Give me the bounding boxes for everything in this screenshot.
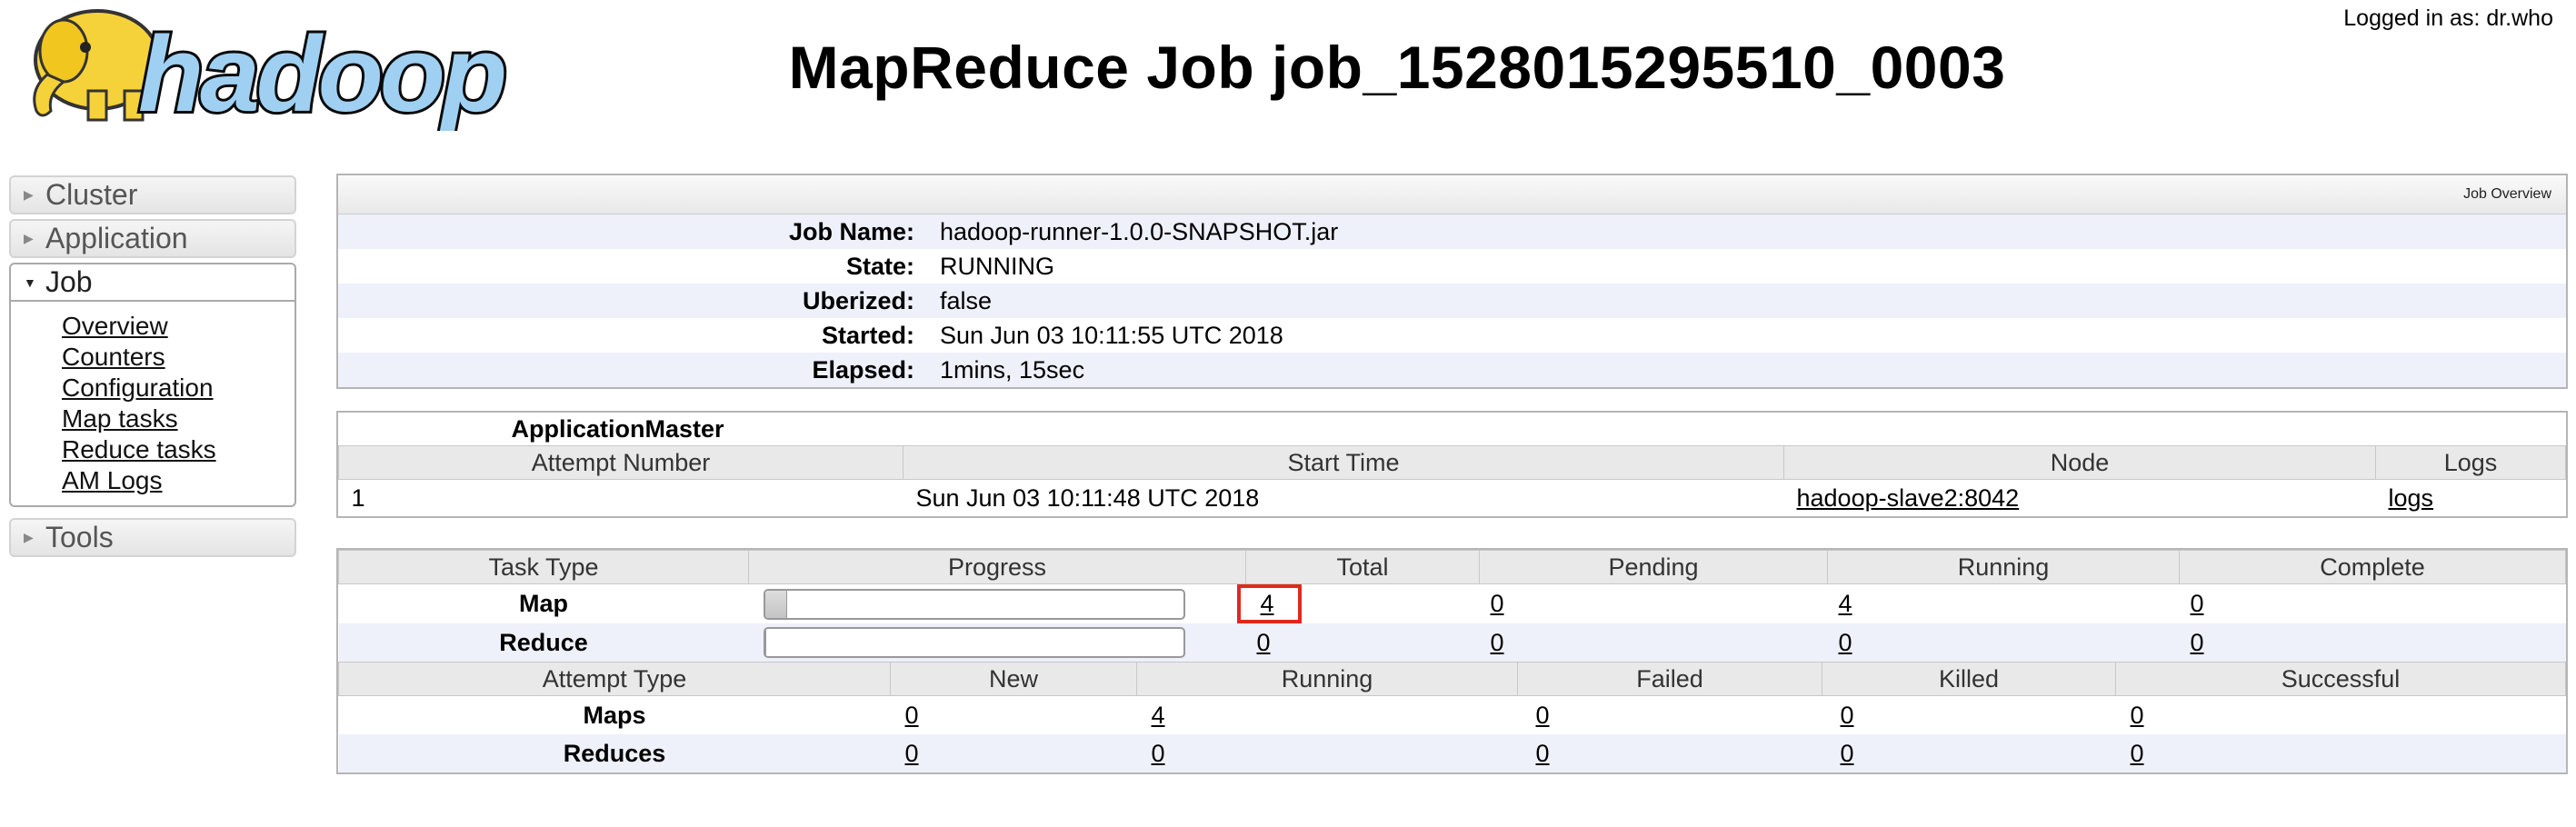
reduce-total-link[interactable]: 0 [1257, 629, 1271, 656]
maps-killed-link[interactable]: 0 [1841, 702, 1854, 729]
chevron-right-icon: ▶ [24, 530, 34, 544]
maps-successful-link[interactable]: 0 [2131, 702, 2144, 729]
reduces-killed-link[interactable]: 0 [1841, 740, 1854, 767]
logs-link[interactable]: logs [2389, 484, 2434, 512]
col-attempt-number: Attempt Number [338, 445, 904, 480]
page-title: MapReduce Job job_1528015295510_0003 [788, 34, 2006, 101]
chevron-down-icon: ▼ [24, 274, 36, 290]
reduces-running-link[interactable]: 0 [1152, 740, 1165, 767]
reduce-pending-link[interactable]: 0 [1491, 629, 1504, 656]
reduce-running-link[interactable]: 0 [1839, 629, 1852, 656]
table-row: 1 Sun Jun 03 10:11:48 UTC 2018 hadoop-sl… [351, 483, 2434, 512]
attempt-summary-table: Attempt Type New Running Failed Killed S… [338, 662, 2566, 772]
col-logs: Logs [2375, 445, 2566, 480]
application-master-table: ApplicationMaster Attempt Number Start T… [338, 413, 2566, 516]
nav-section-job[interactable]: ▼ Job [9, 263, 296, 302]
table-row: Reduces 0 0 0 0 0 [338, 734, 2566, 772]
job-overview-panel: Job Overview Job Name: hadoop-runner-1.0.… [336, 174, 2568, 389]
nav-section-cluster[interactable]: ▶ Cluster [9, 175, 296, 214]
reduce-complete-link[interactable]: 0 [2191, 629, 2204, 656]
highlight-box: 4 [1236, 584, 1302, 623]
overview-row: Uberized: false [338, 284, 2566, 318]
overview-row: State: RUNNING [845, 252, 1054, 280]
progress-bar [763, 627, 1185, 658]
node-link[interactable]: hadoop-slave2:8042 [1797, 484, 2020, 512]
maps-failed-link[interactable]: 0 [1536, 702, 1550, 729]
job-links: Overview Counters Configuration Map task… [9, 302, 296, 507]
map-complete-link[interactable]: 0 [2191, 590, 2204, 617]
reduces-new-link[interactable]: 0 [905, 740, 919, 767]
table-row: Reduce 0 0 0 0 [338, 623, 2566, 662]
reduces-successful-link[interactable]: 0 [2131, 740, 2144, 767]
reduces-failed-link[interactable]: 0 [1536, 740, 1550, 767]
chevron-right-icon: ▶ [24, 187, 34, 202]
col-start-time: Start Time [903, 445, 1784, 480]
sidebar-nav: ▶ Cluster ▶ Application ▼ Job Overview C… [9, 175, 296, 562]
chevron-right-icon: ▶ [24, 231, 34, 245]
job-overview-table: Job Name: hadoop-runner-1.0.0-SNAPSHOT.ja… [338, 214, 2566, 387]
application-master-panel: ApplicationMaster Attempt Number Start T… [336, 411, 2568, 518]
maps-new-link[interactable]: 0 [905, 702, 919, 729]
nav-link-map-tasks[interactable]: Map tasks [62, 404, 295, 434]
nav-link-overview[interactable]: Overview [62, 311, 295, 342]
map-running-link[interactable]: 4 [1839, 590, 1852, 617]
map-total-link[interactable]: 4 [1261, 590, 1274, 617]
progress-bar [763, 588, 1185, 620]
tasks-panel: Task Type Progress Total Pending Running… [336, 548, 2568, 774]
overview-row: Elapsed: 1mins, 15sec [338, 353, 2566, 387]
nav-link-configuration[interactable]: Configuration [62, 373, 295, 404]
overview-row: Job Name: hadoop-runner-1.0.0-SNAPSHOT.ja… [338, 214, 2566, 249]
table-row: Maps 0 4 0 0 0 [583, 701, 2144, 729]
nav-link-reduce-tasks[interactable]: Reduce tasks [62, 434, 295, 465]
nav-link-am-logs[interactable]: AM Logs [62, 465, 295, 496]
job-overview-heading: Job Overview [338, 175, 2566, 214]
nav-section-application[interactable]: ▶ Application [9, 219, 296, 258]
table-row: Map 4 0 4 0 [339, 584, 2566, 623]
maps-running-link[interactable]: 4 [1152, 702, 1165, 729]
task-summary-table: Task Type Progress Total Pending Running… [338, 550, 2566, 662]
col-node: Node [1783, 445, 2376, 480]
nav-link-counters[interactable]: Counters [62, 342, 295, 373]
application-master-caption: ApplicationMaster [511, 414, 724, 443]
map-pending-link[interactable]: 0 [1491, 590, 1504, 617]
login-status: Logged in as: dr.who [2343, 5, 2553, 31]
overview-row: Started: Sun Jun 03 10:11:55 UTC 2018 [821, 321, 1283, 349]
nav-section-tools[interactable]: ▶ Tools [9, 518, 296, 557]
